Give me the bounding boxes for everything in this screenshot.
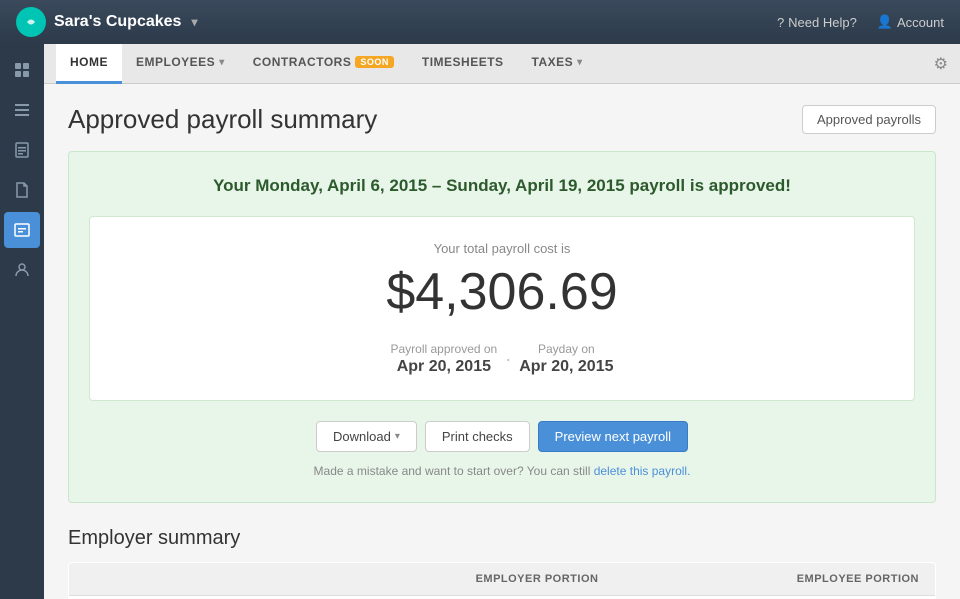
- app-logo[interactable]: Sara's Cupcakes ▾: [16, 7, 197, 37]
- employees-caret-icon: ▾: [219, 57, 225, 68]
- app-name: Sara's Cupcakes: [54, 13, 181, 31]
- tab-timesheets[interactable]: Timesheets: [408, 44, 518, 84]
- page-content: Approved payroll summary Approved payrol…: [44, 84, 960, 599]
- approved-payrolls-button[interactable]: Approved payrolls: [802, 105, 936, 134]
- employer-summary: Employer summary EMPLOYER PORTION EMPLOY…: [68, 527, 936, 599]
- sidebar-item-dashboard[interactable]: [4, 52, 40, 88]
- payroll-approved-group: Payroll approved on Apr 20, 2015: [390, 342, 497, 376]
- account-icon: 👤: [877, 14, 893, 30]
- approval-heading: Your Monday, April 6, 2015 – Sunday, Apr…: [89, 176, 915, 196]
- logo-icon: [16, 7, 46, 37]
- delete-payroll-link[interactable]: delete this payroll.: [594, 464, 691, 478]
- date-separator: ·: [505, 350, 511, 368]
- main-layout: Home Employees ▾ Contractors SOON Timesh…: [0, 44, 960, 599]
- row-label: Gross wages: [69, 596, 294, 599]
- download-caret-icon: ▾: [395, 431, 400, 442]
- payroll-approved-label: Payroll approved on: [390, 342, 497, 356]
- col-header-label: [69, 563, 294, 596]
- taxes-caret-icon: ▾: [577, 57, 583, 68]
- dates-row: Payroll approved on Apr 20, 2015 · Payda…: [110, 342, 894, 376]
- tab-home[interactable]: Home: [56, 44, 122, 84]
- contractors-badge: SOON: [355, 56, 394, 68]
- payroll-detail-box: Your total payroll cost is $4,306.69 Pay…: [89, 216, 915, 401]
- payroll-approved-date: Apr 20, 2015: [390, 358, 497, 376]
- row-employer: [293, 596, 614, 599]
- page-header: Approved payroll summary Approved payrol…: [68, 104, 936, 135]
- app-caret-icon[interactable]: ▾: [191, 15, 197, 29]
- help-link[interactable]: ? Need Help?: [777, 15, 857, 30]
- tab-bar: Home Employees ▾ Contractors SOON Timesh…: [44, 44, 960, 84]
- total-amount: $4,306.69: [110, 262, 894, 322]
- settings-icon[interactable]: ⚙: [934, 54, 948, 74]
- action-buttons: Download ▾ Print checks Preview next pay…: [89, 421, 915, 452]
- summary-table: EMPLOYER PORTION EMPLOYEE PORTION Gross …: [68, 562, 936, 599]
- total-label: Your total payroll cost is: [110, 241, 894, 256]
- col-header-employer: EMPLOYER PORTION: [293, 563, 614, 596]
- delete-note: Made a mistake and want to start over? Y…: [89, 464, 915, 478]
- payday-date: Apr 20, 2015: [519, 358, 613, 376]
- tab-employees[interactable]: Employees ▾: [122, 44, 239, 84]
- print-checks-button[interactable]: Print checks: [425, 421, 530, 452]
- account-link[interactable]: 👤 Account: [877, 14, 944, 30]
- payday-label: Payday on: [519, 342, 613, 356]
- tab-taxes[interactable]: Taxes ▾: [518, 44, 597, 84]
- sidebar-item-list[interactable]: [4, 92, 40, 128]
- content-area: Home Employees ▾ Contractors SOON Timesh…: [44, 44, 960, 599]
- sidebar-item-payroll[interactable]: [4, 212, 40, 248]
- sidebar-item-people[interactable]: [4, 252, 40, 288]
- top-nav-right: ? Need Help? 👤 Account: [777, 14, 944, 30]
- employer-summary-title: Employer summary: [68, 527, 936, 550]
- table-header-row: EMPLOYER PORTION EMPLOYEE PORTION: [69, 563, 936, 596]
- row-employee: 3,923.08: [614, 596, 935, 599]
- col-header-employee: EMPLOYEE PORTION: [614, 563, 935, 596]
- table-row: Gross wages 3,923.08: [69, 596, 936, 599]
- download-button[interactable]: Download ▾: [316, 421, 417, 452]
- sidebar: [0, 44, 44, 599]
- help-icon: ?: [777, 15, 784, 30]
- top-nav: Sara's Cupcakes ▾ ? Need Help? 👤 Account: [0, 0, 960, 44]
- payday-group: Payday on Apr 20, 2015: [519, 342, 613, 376]
- approval-box: Your Monday, April 6, 2015 – Sunday, Apr…: [68, 151, 936, 503]
- tab-contractors[interactable]: Contractors SOON: [239, 44, 408, 84]
- sidebar-item-documents[interactable]: [4, 172, 40, 208]
- page-title: Approved payroll summary: [68, 104, 377, 135]
- preview-next-payroll-button[interactable]: Preview next payroll: [538, 421, 688, 452]
- sidebar-item-reports[interactable]: [4, 132, 40, 168]
